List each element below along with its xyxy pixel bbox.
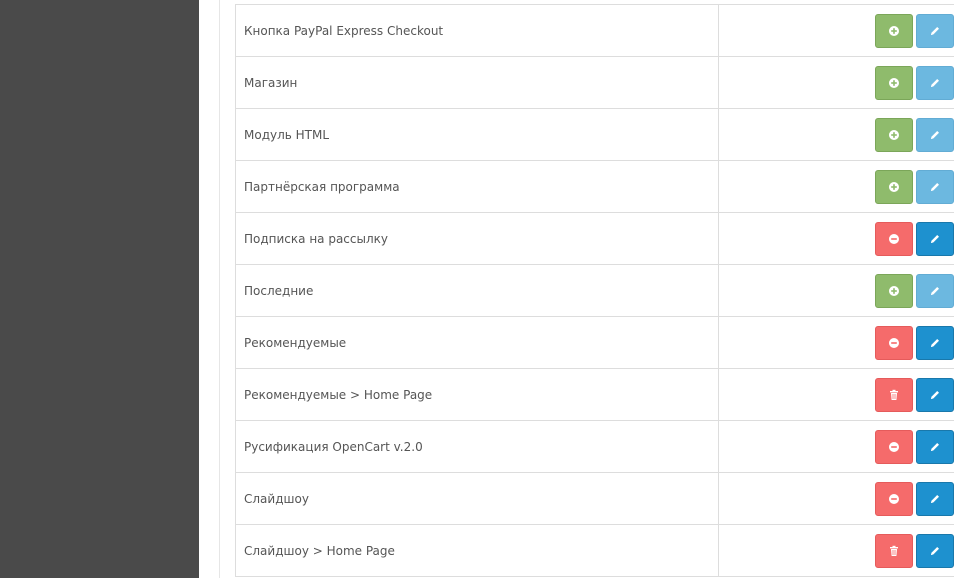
main-content: Кнопка PayPal Express Checkout Магазин Мод… [199,0,964,578]
table-row: Рекомендуемые [236,317,954,369]
extension-name: Слайдшоу [236,473,719,524]
uninstall-button[interactable] [875,221,913,256]
extension-name: Кнопка PayPal Express Checkout [236,5,719,56]
table-row: Партнёрская программа [236,161,954,213]
action-cell [719,57,954,108]
pencil-icon [929,441,941,453]
action-cell [719,369,954,420]
table-row: Подписка на рассылку [236,213,954,265]
extension-name: Рекомендуемые [236,317,719,368]
pencil-icon [929,389,941,401]
plus-circle-icon [888,25,900,37]
trash-icon [888,389,900,401]
edit-button[interactable] [916,377,954,412]
table-row: Кнопка PayPal Express Checkout [236,5,954,57]
extensions-table: Кнопка PayPal Express Checkout Магазин Мод… [235,4,954,577]
trash-icon [888,545,900,557]
action-cell [719,265,954,316]
minus-circle-icon [888,493,900,505]
install-button[interactable] [875,273,913,308]
delete-button[interactable] [875,533,913,568]
pencil-icon [929,77,941,89]
edit-button[interactable] [916,481,954,516]
edit-button[interactable] [916,117,954,152]
pencil-icon [929,285,941,297]
extension-name: Подписка на рассылку [236,213,719,264]
uninstall-button[interactable] [875,325,913,360]
edit-button[interactable] [916,533,954,568]
plus-circle-icon [888,129,900,141]
extension-name: Рекомендуемые > Home Page [236,369,719,420]
action-cell [719,421,954,472]
plus-circle-icon [888,77,900,89]
table-row: Русификация OpenCart v.2.0 [236,421,954,473]
extension-name: Русификация OpenCart v.2.0 [236,421,719,472]
pencil-icon [929,233,941,245]
action-cell [719,161,954,212]
extension-name: Последние [236,265,719,316]
extension-name: Модуль HTML [236,109,719,160]
minus-circle-icon [888,233,900,245]
table-row: Слайдшоу [236,473,954,525]
extension-name: Магазин [236,57,719,108]
uninstall-button[interactable] [875,429,913,464]
edit-button[interactable] [916,273,954,308]
delete-button[interactable] [875,377,913,412]
pencil-icon [929,25,941,37]
edit-button[interactable] [916,429,954,464]
table-row: Слайдшоу > Home Page [236,525,954,577]
table-row: Магазин [236,57,954,109]
plus-circle-icon [888,285,900,297]
pencil-icon [929,493,941,505]
table-row: Рекомендуемые > Home Page [236,369,954,421]
edit-button[interactable] [916,325,954,360]
action-cell [719,525,954,576]
extension-name: Слайдшоу > Home Page [236,525,719,576]
pencil-icon [929,129,941,141]
panel-border [219,0,220,578]
table-row: Последние [236,265,954,317]
action-cell [719,317,954,368]
minus-circle-icon [888,337,900,349]
edit-button[interactable] [916,169,954,204]
uninstall-button[interactable] [875,481,913,516]
pencil-icon [929,337,941,349]
sidebar [0,0,199,578]
install-button[interactable] [875,13,913,48]
install-button[interactable] [875,65,913,100]
edit-button[interactable] [916,221,954,256]
install-button[interactable] [875,169,913,204]
plus-circle-icon [888,181,900,193]
extension-name: Партнёрская программа [236,161,719,212]
install-button[interactable] [875,117,913,152]
action-cell [719,473,954,524]
action-cell [719,213,954,264]
edit-button[interactable] [916,13,954,48]
pencil-icon [929,181,941,193]
table-row: Модуль HTML [236,109,954,161]
pencil-icon [929,545,941,557]
action-cell [719,5,954,56]
action-cell [719,109,954,160]
edit-button[interactable] [916,65,954,100]
minus-circle-icon [888,441,900,453]
